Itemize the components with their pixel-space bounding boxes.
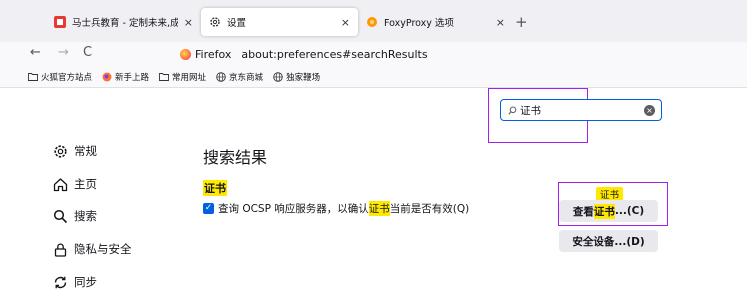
checkbox-label-before: 查询 OCSP 响应服务器，以确认 bbox=[218, 203, 369, 215]
bookmark-label: 独家鞭场 bbox=[286, 72, 321, 83]
bookmark-label: 京东商城 bbox=[229, 72, 264, 83]
nav-bar: ← → C Firefox about:preferences#searchRe… bbox=[0, 42, 747, 66]
result-group-title: 证书 bbox=[203, 180, 227, 196]
checkbox-label-highlight: 证书 bbox=[368, 201, 390, 216]
folder-icon bbox=[28, 72, 38, 81]
mashibing-favicon-icon bbox=[54, 16, 66, 28]
bookmark-item[interactable]: 火狐官方站点 bbox=[28, 71, 92, 83]
sidebar-item-label: 隐私与安全 bbox=[74, 242, 132, 256]
globe-icon bbox=[273, 71, 283, 82]
bookmark-label: 火狐官方站点 bbox=[41, 72, 93, 83]
tab-close-icon[interactable]: × bbox=[184, 16, 193, 29]
bookmark-item[interactable]: 新手上路 bbox=[102, 71, 149, 83]
find-in-settings-field[interactable]: × bbox=[500, 99, 662, 121]
gear-icon bbox=[209, 16, 221, 28]
bookmark-label: 常用网址 bbox=[172, 72, 207, 83]
firefox-icon bbox=[180, 48, 191, 60]
lock-icon bbox=[52, 241, 68, 257]
forward-button[interactable]: → bbox=[58, 45, 69, 60]
search-match-tooltip: 证书 bbox=[596, 187, 624, 201]
firefox-icon bbox=[102, 72, 112, 82]
checkbox-checked-icon[interactable]: ✓ bbox=[203, 203, 214, 214]
tab-foxyproxy[interactable]: FoxyProxy 选项 × bbox=[358, 8, 513, 36]
foxyproxy-favicon-icon bbox=[366, 16, 378, 28]
bookmark-item[interactable]: 京东商城 bbox=[216, 71, 263, 83]
tab-title: FoxyProxy 选项 bbox=[384, 18, 454, 29]
sidebar-item-sync[interactable]: 同步 bbox=[52, 274, 97, 290]
search-icon bbox=[508, 106, 517, 115]
sidebar-item-label: 搜索 bbox=[74, 209, 97, 223]
clear-search-icon[interactable]: × bbox=[644, 104, 655, 116]
tab-close-icon[interactable]: × bbox=[341, 16, 350, 29]
search-icon bbox=[52, 208, 68, 224]
view-certificates-button[interactable]: 查看 证书 ...(C) bbox=[559, 200, 658, 222]
sidebar-item-search[interactable]: 搜索 bbox=[52, 208, 97, 224]
tab-bar: 马士兵教育 - 定制未来,成就更好 × 设置 × FoxyProxy 选项 × … bbox=[0, 0, 747, 42]
reload-button[interactable]: C bbox=[83, 45, 92, 60]
sidebar-item-home[interactable]: 主页 bbox=[52, 176, 97, 192]
sidebar-item-privacy[interactable]: 隐私与安全 bbox=[52, 241, 132, 257]
tab-mashibing[interactable]: 马士兵教育 - 定制未来,成就更好 × bbox=[46, 8, 201, 36]
bookmark-label: 新手上路 bbox=[115, 72, 150, 83]
button-label-highlight: 证书 bbox=[593, 203, 615, 219]
button-label-post: ...(C) bbox=[614, 205, 645, 217]
button-label-pre: 查看 bbox=[572, 205, 594, 218]
new-tab-button[interactable]: + bbox=[515, 13, 528, 31]
sidebar-item-label: 主页 bbox=[74, 177, 97, 191]
url-text[interactable]: about:preferences#searchResults bbox=[241, 48, 427, 61]
tab-title: 马士兵教育 - 定制未来,成就更好 bbox=[72, 18, 178, 29]
tab-close-icon[interactable]: × bbox=[496, 16, 505, 29]
identity-label: Firefox bbox=[195, 47, 232, 61]
bookmark-item[interactable]: 常用网址 bbox=[159, 71, 206, 83]
url-bar[interactable]: Firefox about:preferences#searchResults bbox=[170, 43, 747, 65]
bookmark-item[interactable]: 独家鞭场 bbox=[273, 71, 320, 83]
gear-icon bbox=[52, 143, 68, 159]
bookmarks-bar: 火狐官方站点 新手上路 常用网址 京东商城 独家鞭场 bbox=[0, 66, 747, 88]
back-button[interactable]: ← bbox=[30, 45, 41, 60]
globe-icon bbox=[216, 71, 226, 82]
checkbox-label-after: 当前是否有效(Q) bbox=[389, 203, 470, 215]
home-icon bbox=[52, 176, 68, 192]
sync-icon bbox=[52, 274, 68, 290]
sidebar-item-label: 同步 bbox=[74, 275, 97, 289]
folder-icon bbox=[159, 72, 169, 81]
ocsp-checkbox-row[interactable]: ✓ 查询 OCSP 响应服务器，以确认 证书 当前是否有效(Q) bbox=[203, 201, 469, 216]
search-input[interactable] bbox=[520, 104, 644, 116]
page-title: 搜索结果 bbox=[203, 148, 268, 167]
tab-settings[interactable]: 设置 × bbox=[201, 8, 358, 36]
sidebar-item-general[interactable]: 常规 bbox=[52, 143, 97, 159]
tab-title: 设置 bbox=[227, 18, 247, 29]
sidebar-item-label: 常规 bbox=[74, 144, 97, 158]
security-devices-button[interactable]: 安全设备...(D) bbox=[559, 230, 658, 252]
